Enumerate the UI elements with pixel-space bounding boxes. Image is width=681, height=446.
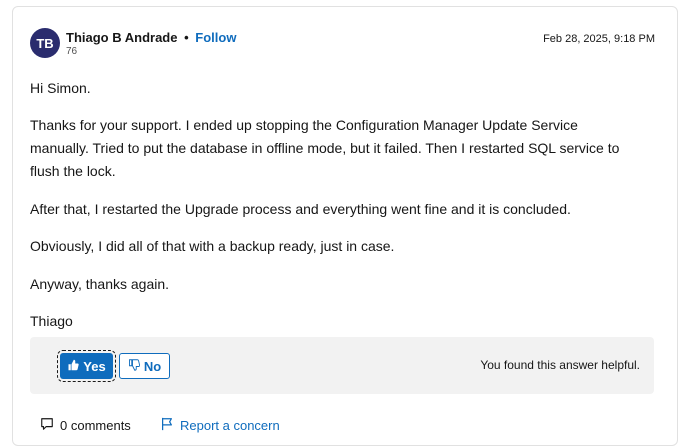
body-line: flush the lock.	[30, 163, 116, 179]
body-line: Thanks for your support. I ended up stop…	[30, 117, 578, 133]
author-line: Thiago B Andrade • Follow	[66, 30, 236, 46]
helpful-message: You found this answer helpful.	[480, 358, 640, 372]
comment-icon	[40, 417, 54, 434]
body-line: After that, I restarted the Upgrade proc…	[30, 201, 571, 217]
body-line: Thiago	[30, 313, 73, 329]
author-name[interactable]: Thiago B Andrade	[66, 30, 177, 45]
no-button[interactable]: No	[119, 353, 170, 379]
body-line: manually. Tried to put the database in o…	[30, 140, 620, 156]
comments-button[interactable]: 0 comments	[40, 417, 131, 434]
feedback-bar: Yes No You found this answer helpful.	[30, 337, 654, 394]
report-label: Report a concern	[180, 418, 280, 433]
avatar-initials: TB	[36, 35, 54, 51]
body-line: Obviously, I did all of that with a back…	[30, 238, 395, 254]
body-line: Anyway, thanks again.	[30, 276, 170, 292]
post-date: Feb 28, 2025, 9:18 PM	[543, 33, 655, 45]
no-label: No	[143, 358, 162, 374]
comments-label: 0 comments	[60, 418, 131, 433]
thumbs-down-icon	[128, 358, 140, 374]
yes-button[interactable]: Yes	[57, 350, 116, 382]
body-line: Hi Simon.	[30, 80, 91, 96]
reputation-score: 76	[66, 46, 78, 57]
yes-label: Yes	[83, 358, 106, 374]
thumbs-up-icon	[67, 359, 79, 374]
flag-icon	[160, 417, 174, 434]
report-concern-link[interactable]: Report a concern	[160, 417, 280, 434]
follow-link[interactable]: Follow	[195, 30, 236, 45]
avatar[interactable]: TB	[30, 28, 60, 58]
separator-dot: •	[184, 30, 189, 45]
